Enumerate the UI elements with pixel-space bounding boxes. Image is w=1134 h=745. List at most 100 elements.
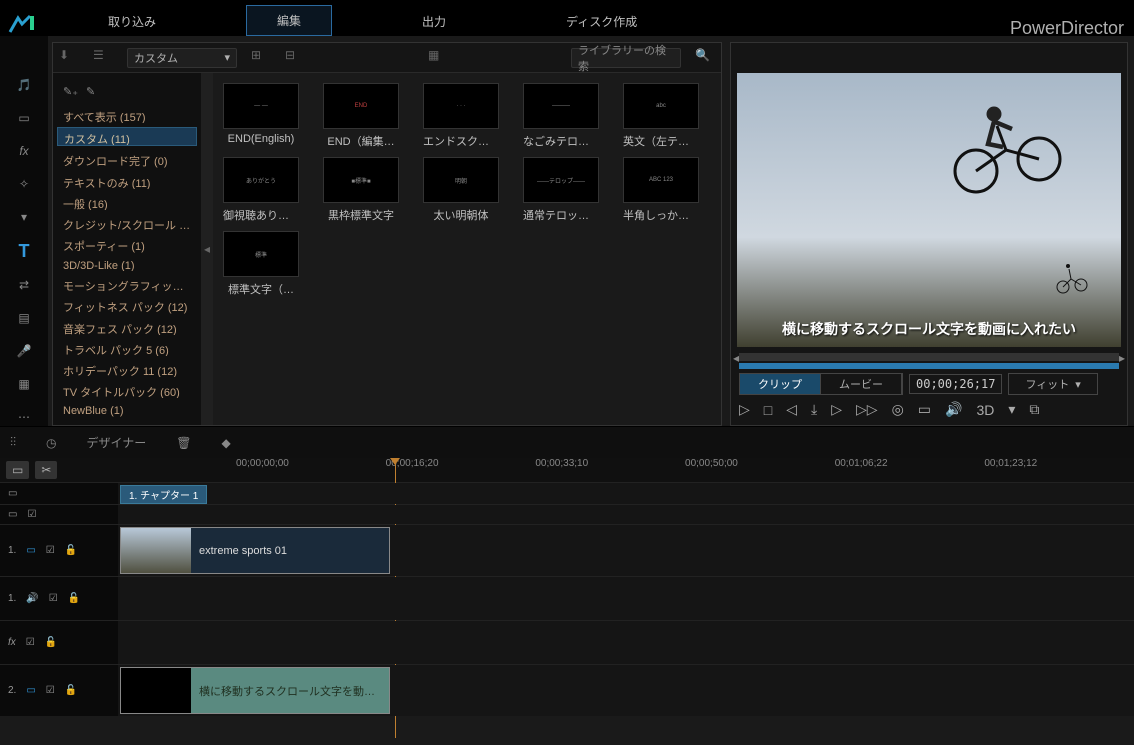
chapter-marker[interactable]: 1. チャプター 1 <box>120 485 207 504</box>
grid-view-icon[interactable]: ▦ <box>428 48 448 68</box>
bmx-rider-small-icon <box>1051 257 1091 297</box>
movie-mode-icon[interactable]: ▭ <box>6 461 29 479</box>
mode-clip[interactable]: クリップ <box>740 374 821 394</box>
play-icon[interactable]: ▷ <box>739 401 750 418</box>
stop-icon[interactable]: □ <box>764 402 772 418</box>
category-item[interactable]: モーショングラフィック (14) <box>57 275 197 292</box>
category-item[interactable]: テキストのみ (11) <box>57 172 197 189</box>
scrub-left-icon[interactable]: ◂ <box>733 351 739 365</box>
transition-room-icon[interactable]: ⇄ <box>12 276 36 295</box>
trash-icon[interactable]: 🗑 <box>176 436 191 450</box>
split-icon[interactable]: ⫶⫶ <box>10 435 16 450</box>
brand-label: PowerDirector <box>1010 18 1124 39</box>
voice-room-icon[interactable]: 🎤 <box>12 341 36 360</box>
popout-icon[interactable]: ⧉ <box>1029 401 1039 418</box>
fx-room-icon[interactable]: fx <box>12 142 36 161</box>
track-lock-icon[interactable]: 🔓 <box>65 685 77 696</box>
zoom-dropdown[interactable]: フィット ▾ <box>1008 373 1097 395</box>
title-template[interactable]: ENDEND（編集… <box>323 83 399 149</box>
snapshot-icon[interactable]: ◎ <box>892 401 904 418</box>
category-item[interactable]: ダウンロード完了 (0) <box>57 150 197 167</box>
fx-track-label: fx <box>8 637 16 648</box>
mode-movie[interactable]: ムービー <box>821 374 902 394</box>
tab-disc[interactable]: ディスク作成 <box>536 7 667 36</box>
title-template[interactable]: ■標準■黒枠標準文字 <box>323 157 399 223</box>
preview-quality-icon[interactable]: ▭ <box>918 401 931 418</box>
track-visible-checkbox[interactable]: ☑ <box>27 509 36 520</box>
track-lock-icon[interactable]: 🔓 <box>68 593 80 604</box>
title-thumbnail-grid: — —END(English) ENDEND（編集… · · ·エンドスクロール… <box>213 73 721 425</box>
bmx-rider-large-icon <box>931 81 1081 201</box>
preview-viewport[interactable]: 横に移動するスクロール文字を動画に入れたい <box>737 73 1121 347</box>
category-item[interactable]: スポーティー (1) <box>57 235 197 252</box>
chevron-down-icon[interactable]: ▾ <box>1008 401 1015 418</box>
track-lock-icon[interactable]: 🔓 <box>45 637 57 648</box>
category-item[interactable]: ホリデーパック 11 (12) <box>57 360 197 377</box>
audio-room-icon[interactable]: ▤ <box>12 308 36 327</box>
title-template[interactable]: 標準標準文字（… <box>223 231 299 297</box>
particle-room-icon[interactable]: ✧ <box>12 175 36 194</box>
category-item[interactable]: NewBlue (1) <box>57 402 197 416</box>
designer-button[interactable]: デザイナー <box>87 434 147 451</box>
title-template[interactable]: ——テロップ——通常テロップ… <box>523 157 599 223</box>
search-icon[interactable]: 🔍 <box>695 48 715 68</box>
category-item[interactable]: すべて表示 (157) <box>57 106 197 123</box>
category-dropdown[interactable]: カスタム ▾ <box>127 48 237 68</box>
keyframe-icon[interactable]: ◆ <box>222 436 231 450</box>
title-template[interactable]: 明朝太い明朝体 <box>423 157 499 223</box>
volume-icon[interactable]: 🔊 <box>945 401 962 418</box>
scrub-right-icon[interactable]: ▸ <box>1119 351 1125 365</box>
prev-frame-icon[interactable]: ◁ <box>786 401 797 418</box>
preview-scrub[interactable]: ◂ ▸ <box>739 353 1119 361</box>
media-room-icon[interactable]: 🎵 <box>12 76 36 95</box>
preview-timecode[interactable]: 00;00;26;17 <box>909 374 1002 394</box>
clock-icon[interactable]: ◷ <box>46 436 56 450</box>
category-item[interactable]: 一般 (16) <box>57 193 197 210</box>
title-template[interactable]: abc英文（左テロ… <box>623 83 699 149</box>
title-template[interactable]: ありがとう御視聴ありが… <box>223 157 299 223</box>
timeline-ruler[interactable]: ▭ ✂ 00;00;00;00 00;00;16;20 00;00;33;10 … <box>0 458 1134 482</box>
import-media-icon[interactable]: ⬇ <box>59 48 79 68</box>
tab-edit[interactable]: 編集 <box>246 5 332 36</box>
tab-import[interactable]: 取り込み <box>78 7 186 36</box>
library-menu-icon[interactable]: ☰ <box>93 48 113 68</box>
title-clip[interactable]: 横に移動するスクロール文字を動画に入れたい <box>120 667 390 714</box>
threeD-icon[interactable]: 3D <box>976 402 994 418</box>
title-template[interactable]: · · ·エンドスクロール <box>423 83 499 149</box>
title-template[interactable]: ———なごみテロップ <box>523 83 599 149</box>
track-visible-checkbox[interactable]: ☑ <box>49 593 58 604</box>
pen-add-icon[interactable]: ✎₊ <box>63 85 78 98</box>
video-clip[interactable]: extreme sports 01 <box>120 527 390 574</box>
category-item[interactable]: クレジット/スクロール (1) <box>57 214 197 231</box>
title-template[interactable]: ABC 123半角しっかり… <box>623 157 699 223</box>
collapse-panel-icon[interactable]: ◂ <box>204 242 210 256</box>
remove-folder-icon[interactable]: ⊟ <box>285 48 305 68</box>
title-template[interactable]: — —END(English) <box>223 83 299 149</box>
mark-in-icon[interactable]: ⤓ <box>811 401 817 418</box>
pen-icon[interactable]: ✎ <box>86 85 95 98</box>
timeline-panel: ▭ ✂ 00;00;00;00 00;00;16;20 00;00;33;10 … <box>0 458 1134 716</box>
cut-mode-icon[interactable]: ✂ <box>35 461 57 479</box>
track-visible-checkbox[interactable]: ☑ <box>46 685 55 696</box>
category-item[interactable]: カスタム (11) <box>57 127 197 146</box>
subtitle-room-icon[interactable]: ⋯ <box>12 407 36 426</box>
category-item[interactable]: トラベル パック 5 (6) <box>57 339 197 356</box>
category-item[interactable]: TV タイトルパック (60) <box>57 381 197 398</box>
title-room-icon[interactable]: T <box>12 241 36 262</box>
track-visible-checkbox[interactable]: ☑ <box>26 637 35 648</box>
new-folder-icon[interactable]: ⊞ <box>251 48 271 68</box>
next-frame-icon[interactable]: ▷ <box>831 401 842 418</box>
chapter-room-icon[interactable]: ▦ <box>12 374 36 393</box>
category-item[interactable]: フィットネス パック (12) <box>57 296 197 313</box>
pip-room-icon[interactable]: ▭ <box>12 109 36 128</box>
library-search-input[interactable]: ライブラリーの検索 <box>571 48 681 68</box>
category-item[interactable]: 3D/3D-Like (1) <box>57 257 197 271</box>
track-lock-icon[interactable]: 🔓 <box>65 545 77 556</box>
track-visible-checkbox[interactable]: ☑ <box>46 545 55 556</box>
fast-forward-icon[interactable]: ▷▷ <box>856 401 878 418</box>
category-item[interactable]: 音楽フェス パック (12) <box>57 318 197 335</box>
motion-room-icon[interactable]: ▾ <box>12 208 36 227</box>
tab-output[interactable]: 出力 <box>392 7 476 36</box>
track-number: 1. <box>8 545 16 556</box>
preview-caption: 横に移動するスクロール文字を動画に入れたい <box>737 319 1121 339</box>
